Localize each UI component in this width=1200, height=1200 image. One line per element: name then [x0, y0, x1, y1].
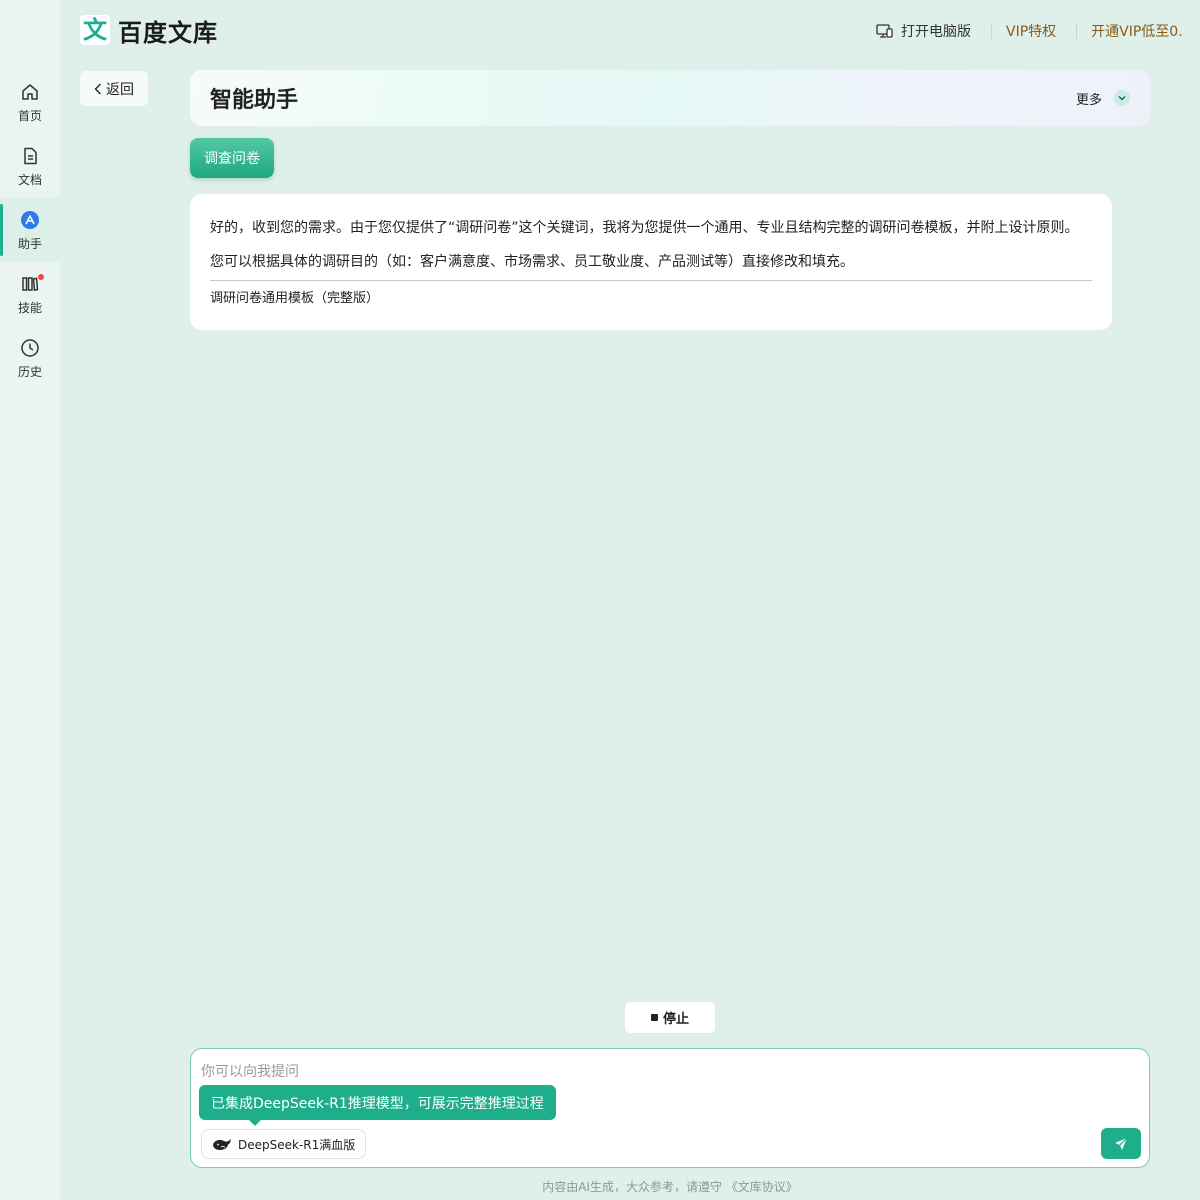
back-label: 返回 [106, 81, 134, 98]
more-button[interactable]: 更多 [1076, 89, 1130, 108]
user-query-bubble: 调查问卷 [190, 138, 274, 178]
top-bar: 打开电脑版 VIP特权 开通VIP低至0. [870, 20, 1200, 42]
sidebar-item-label: 历史 [17, 364, 42, 379]
chevron-down-icon [1114, 90, 1130, 106]
model-tooltip: 已集成DeepSeek-R1推理模型，可展示完整推理过程 [199, 1085, 556, 1126]
send-button[interactable] [1101, 1128, 1141, 1159]
sidebar-item-label: 技能 [17, 300, 42, 315]
chat-input-box: 已集成DeepSeek-R1推理模型，可展示完整推理过程 DeepSeek-R1… [190, 1048, 1150, 1168]
answer-paragraph: 好的，收到您的需求。由于您仅提供了“调研问卷”这个关键词，我将为您提供一个通用、… [210, 220, 1079, 236]
send-icon [1115, 1137, 1128, 1150]
open-desktop-label: 打开电脑版 [901, 24, 971, 40]
desktop-icon [876, 23, 893, 38]
logo-mark: 文 [80, 15, 110, 45]
assistant-header: 智能助手 更多 [190, 70, 1150, 126]
home-icon [19, 81, 41, 103]
logo-text: 百度文库 [118, 18, 218, 47]
chat-input[interactable] [201, 1061, 1081, 1085]
assistant-answer: 好的，收到您的需求。由于您仅提供了“调研问卷”这个关键词，我将为您提供一个通用、… [190, 194, 1112, 330]
sidebar-item-label: 文档 [17, 172, 42, 187]
model-label: DeepSeek-R1满血版 [238, 1137, 356, 1152]
open-desktop-link[interactable]: 打开电脑版 [876, 21, 971, 41]
vip-privileges-link[interactable]: VIP特权 [1006, 21, 1056, 41]
more-label: 更多 [1075, 92, 1102, 108]
page-title: 智能助手 [210, 88, 299, 113]
answer-paragraph: 您可以根据具体的调研目的（如：客户满意度、市场需求、员工敬业度、产品测试等）直接… [210, 254, 854, 270]
sidebar-item-documents[interactable]: 文档 [0, 134, 60, 198]
sidebar-item-skills[interactable]: 技能 [0, 262, 60, 326]
footer-disclaimer: 内容由AI生成，大众参考，请遵守 《文库协议》 [542, 1180, 798, 1194]
stop-generating-button[interactable]: 停止 [624, 1001, 716, 1034]
sidebar-item-label: 助手 [17, 236, 42, 251]
chevron-left-icon [94, 83, 101, 94]
stop-icon [650, 1014, 658, 1021]
divider [991, 23, 992, 39]
document-icon [19, 145, 41, 167]
sidebar: 首页 文档 助手 技能 历史 [0, 0, 60, 1200]
sidebar-item-home[interactable]: 首页 [0, 70, 60, 134]
divider [210, 280, 1092, 281]
open-vip-link[interactable]: 开通VIP低至0. [1091, 21, 1183, 41]
whale-icon [213, 1139, 231, 1150]
divider [1076, 23, 1078, 39]
stop-label: 停止 [662, 1012, 689, 1027]
logo[interactable]: 文 百度文库 [80, 14, 218, 47]
model-selector[interactable]: DeepSeek-R1满血版 [201, 1129, 367, 1159]
sidebar-nav: 首页 文档 助手 技能 历史 [0, 70, 60, 390]
history-icon [19, 337, 41, 359]
answer-subheading: 调研问卷通用模板（完整版） [210, 291, 380, 306]
assistant-icon [19, 209, 41, 231]
sidebar-item-assistant[interactable]: 助手 [0, 198, 60, 262]
back-button[interactable]: 返回 [80, 71, 148, 106]
notification-badge [38, 274, 44, 280]
sidebar-item-label: 首页 [17, 108, 42, 123]
sidebar-item-history[interactable]: 历史 [0, 326, 60, 390]
